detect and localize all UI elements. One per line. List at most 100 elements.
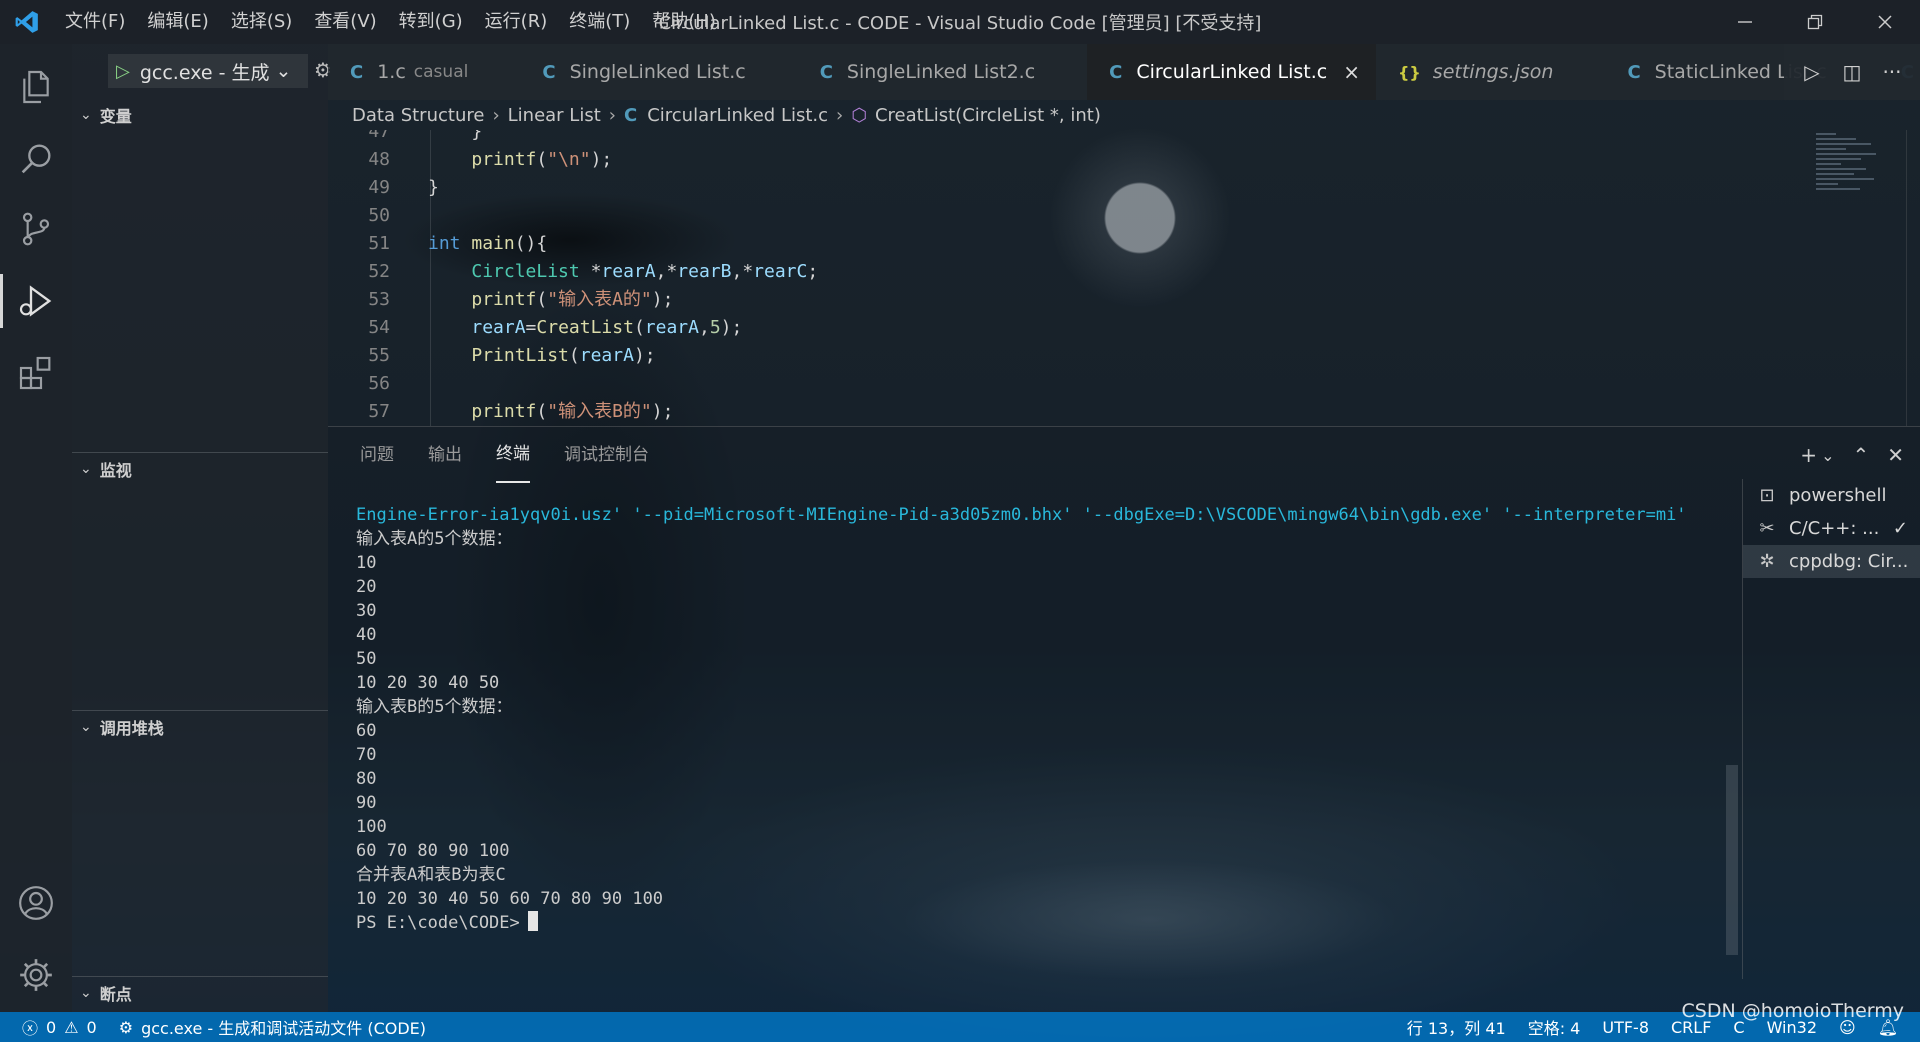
terminal-instance[interactable]: ⊡ powershell (1743, 479, 1920, 512)
panel-tab[interactable]: 调试控制台 (564, 427, 649, 483)
breadcrumb-symbol[interactable]: CreatList(CircleList *, int) (875, 105, 1101, 126)
menu-item[interactable]: 选择(S) (220, 0, 303, 44)
error-icon[interactable]: ⓧ (22, 1015, 38, 1039)
search-icon (21, 144, 51, 174)
terminal-line: 10 20 30 40 50 (356, 673, 500, 693)
section-watch[interactable]: ⌄ 监视 (72, 454, 328, 484)
code-text: rearA=CreatList(rearA,5); (428, 314, 742, 342)
breadcrumb-folder[interactable]: Data Structure (352, 105, 484, 126)
warning-count[interactable]: 0 (87, 1018, 97, 1037)
terminal-line: 90 (356, 793, 377, 813)
source-control-button[interactable] (0, 194, 72, 264)
editor-tab[interactable]: C 1.c casual (328, 44, 520, 100)
code-text: } (428, 130, 482, 146)
search-button[interactable] (0, 124, 72, 194)
code-token: ( (633, 317, 645, 338)
section-title: 调用堆栈 (99, 719, 164, 738)
section-title: 监视 (99, 461, 132, 480)
line-number: 47 (368, 130, 390, 142)
terminal-instance[interactable]: ✲ cppdbg: Cir... (1743, 545, 1920, 578)
menu-item[interactable]: 转到(G) (388, 0, 474, 44)
terminal-line: 60 (356, 721, 377, 741)
debug-task-label[interactable]: gcc.exe - 生成和调试活动文件 (CODE) (141, 1015, 426, 1039)
line-number: 50 (368, 205, 390, 226)
cursor-position[interactable]: 行 13，列 41 (1407, 1015, 1506, 1039)
chevron-right-icon: › (492, 104, 500, 126)
menu-bar: 文件(F) 编辑(E) 选择(S) 查看(V) 转到(G) 运行(R) 终端(T) 帮助(H) (54, 0, 727, 44)
extensions-button[interactable] (0, 338, 72, 408)
menu-item[interactable]: 文件(F) (54, 0, 136, 44)
minimize-button[interactable] (1710, 0, 1780, 44)
close-panel-icon[interactable]: ✕ (1887, 443, 1904, 467)
chevron-down-icon: ⌄ (80, 985, 92, 1001)
panel-tab[interactable]: 问题 (360, 427, 394, 483)
code-text: CircleList *rearA,*rearB,*rearC; (428, 258, 818, 286)
editor-tab[interactable]: C CircularLinked List.c × (1087, 44, 1377, 100)
chevron-down-icon[interactable]: ⌄ (1821, 446, 1834, 465)
breadcrumb-file[interactable]: CircularLinked List.c (647, 105, 828, 126)
terminal-line: 10 20 30 40 50 60 70 80 90 100 (356, 889, 664, 909)
section-breakpoints[interactable]: ⌄ 断点 (72, 978, 328, 1008)
menu-item[interactable]: 编辑(E) (136, 0, 219, 44)
line-number: 56 (368, 373, 390, 394)
terminal-line: Engine-Error-ia1yqv0i.usz' '--pid=Micros… (356, 505, 1687, 525)
maximize-panel-chevron-up-icon[interactable]: ⌃ (1852, 443, 1869, 467)
minimap[interactable] (1816, 130, 1886, 260)
split-editor-icon[interactable]: ◫ (1832, 60, 1872, 84)
section-call-stack[interactable]: ⌄ 调用堆栈 (72, 712, 328, 742)
code-token: ( (568, 345, 580, 366)
indentation[interactable]: 空格: 4 (1528, 1015, 1581, 1039)
terminal-scrollbar[interactable] (1726, 765, 1738, 955)
close-tab-icon[interactable]: × (1343, 60, 1360, 84)
code-token: ( (536, 401, 548, 422)
debug-icon: ✲ (1759, 551, 1775, 572)
minimize-icon (1738, 21, 1752, 23)
close-icon (1878, 15, 1892, 29)
code-token: = (525, 317, 537, 338)
editor-scrollbar[interactable] (1906, 130, 1920, 426)
close-window-button[interactable] (1850, 0, 1920, 44)
run-debug-button[interactable] (0, 266, 72, 336)
run-file-icon[interactable]: ▷ (1792, 60, 1832, 84)
terminal-line: 输入表B的5个数据： (356, 697, 513, 717)
code-line: 57 printf("输入表B的"); (328, 398, 1728, 426)
panel-tab[interactable]: 终端 (496, 427, 530, 483)
editor-tab[interactable]: C SingleLinked List.c (520, 44, 797, 100)
vscode-logo-icon (0, 0, 54, 44)
code-text: printf("输入表A的"); (428, 286, 673, 314)
explorer-button[interactable] (0, 52, 72, 122)
encoding[interactable]: UTF-8 (1602, 1018, 1649, 1037)
start-debug-icon[interactable]: ▷ (116, 61, 130, 82)
error-count[interactable]: 0 (46, 1018, 56, 1037)
code-token: CreatList (536, 317, 634, 338)
code-editor[interactable]: 47 } 48 printf("\n"); 49} 50 51 int main(){52… (328, 130, 1920, 426)
debug-config-select[interactable]: ▷ gcc.exe - 生成 ⌄ (108, 54, 308, 88)
terminal-instance[interactable]: ✂ C/C++: ... ✓ (1743, 512, 1920, 545)
section-divider (72, 976, 328, 977)
editor-tab[interactable]: {} settings.json (1376, 44, 1605, 100)
code-token: ,* (731, 261, 754, 282)
menu-item[interactable]: 运行(R) (474, 0, 559, 44)
section-variables[interactable]: ⌄ 变量 (72, 100, 328, 130)
tools-icon: ✂ (1759, 518, 1775, 539)
code-token: ); (720, 317, 743, 338)
more-actions-icon[interactable]: ··· (1872, 60, 1912, 84)
accounts-button[interactable] (0, 868, 72, 938)
terminal-output[interactable]: Engine-Error-ia1yqv0i.usz' '--pid=Micros… (356, 503, 1736, 935)
menu-item[interactable]: 帮助(H) (641, 0, 727, 44)
terminal-instance-label: powershell (1789, 485, 1887, 506)
menu-item[interactable]: 查看(V) (303, 0, 387, 44)
run-debug-icon (19, 285, 52, 317)
extensions-icon (19, 356, 51, 390)
manage-button[interactable] (0, 940, 72, 1010)
editor-tab[interactable]: C SingleLinked List2.c (798, 44, 1087, 100)
breadcrumb-folder[interactable]: Linear List (508, 105, 601, 126)
warning-icon[interactable]: ⚠ (64, 1018, 78, 1037)
panel-tab[interactable]: 输出 (428, 427, 462, 483)
menu-item[interactable]: 终端(T) (558, 0, 641, 44)
new-terminal-plus-icon[interactable]: + (1800, 443, 1817, 467)
terminal-prompt[interactable]: PS E:\code\CODE> (356, 911, 1736, 935)
restore-button[interactable] (1780, 0, 1850, 44)
